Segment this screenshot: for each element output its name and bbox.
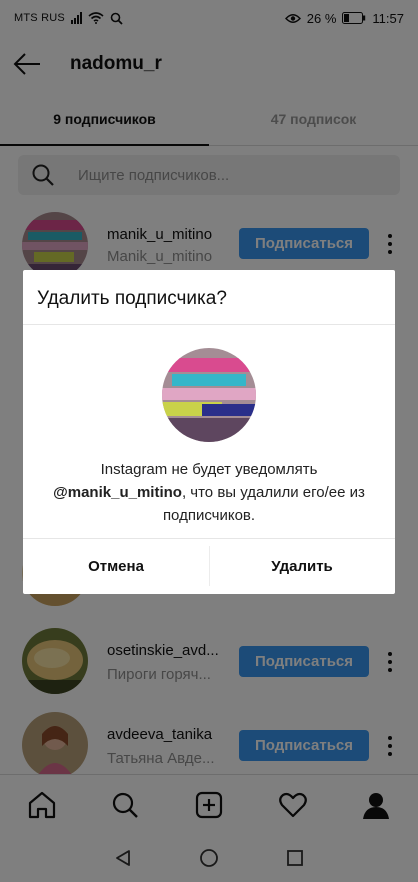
message-username: @manik_u_mitino [53, 484, 182, 501]
message-prefix: Instagram не будет уведомлять [100, 461, 318, 478]
app-screen: MTS RUS 26 % [0, 0, 418, 882]
divider [23, 324, 395, 325]
dialog-message: Instagram не будет уведомлять @manik_u_m… [33, 458, 385, 527]
dialog-title: Удалить подписчика? [37, 288, 227, 309]
remove-follower-dialog: Удалить подписчика? Instagram не будет у… [23, 270, 395, 594]
cancel-button[interactable]: Отмена [23, 539, 209, 594]
delete-button[interactable]: Удалить [209, 539, 395, 594]
message-suffix: , что вы удалили его/ее из подписчиков. [162, 484, 365, 524]
dialog-avatar [162, 348, 256, 442]
